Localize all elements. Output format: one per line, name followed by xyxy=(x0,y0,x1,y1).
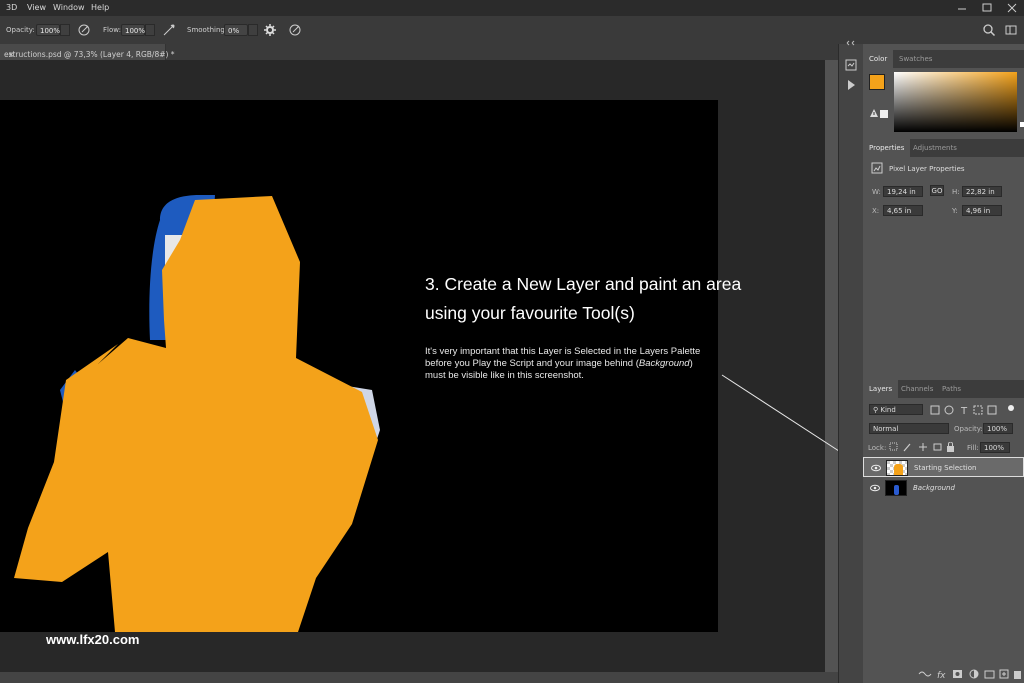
right-panels: Color Swatches Properties Adjustments Pi… xyxy=(863,44,1024,683)
link-dimensions-button[interactable]: GO xyxy=(930,185,944,196)
layer-opacity-label: Opacity: xyxy=(954,425,983,433)
visibility-eye-icon[interactable] xyxy=(871,464,881,472)
layer-thumbnail xyxy=(886,460,908,476)
color-field[interactable] xyxy=(894,72,1017,132)
layers-panel-tabs: Layers Channels Paths xyxy=(863,380,1024,398)
width-field[interactable]: 19,24 in xyxy=(883,186,923,197)
play-action-icon[interactable] xyxy=(844,78,858,92)
pixel-layer-icon xyxy=(871,162,883,174)
layer-name[interactable]: Background xyxy=(913,484,955,492)
layer-thumbnail xyxy=(885,480,907,496)
svg-text:fx: fx xyxy=(937,671,946,680)
status-bar xyxy=(0,672,845,683)
collapse-icon[interactable] xyxy=(846,40,856,46)
layer-opacity-input[interactable]: 100% xyxy=(983,423,1013,434)
x-label: X: xyxy=(872,207,880,215)
y-label: Y: xyxy=(952,207,958,215)
tab-layers[interactable]: Layers xyxy=(863,380,899,398)
color-picker-marker[interactable] xyxy=(1020,122,1024,127)
visibility-eye-icon[interactable] xyxy=(870,484,880,492)
properties-title: Pixel Layer Properties xyxy=(889,165,965,173)
tab-color[interactable]: Color xyxy=(863,50,894,68)
lock-icons[interactable] xyxy=(889,442,959,453)
collapsed-panel-strip xyxy=(838,40,863,683)
color-panel-tabs: Color Swatches xyxy=(863,50,1024,68)
layer-row-background[interactable]: Background xyxy=(863,478,1024,498)
blend-mode-select[interactable]: Normal xyxy=(869,423,949,434)
tab-properties[interactable]: Properties xyxy=(863,139,911,157)
properties-panel-tabs: Properties Adjustments xyxy=(863,139,1024,157)
warning-icon xyxy=(870,109,878,117)
history-icon[interactable] xyxy=(844,58,858,72)
tab-channels[interactable]: Channels xyxy=(895,380,939,398)
tab-adjustments[interactable]: Adjustments xyxy=(907,139,963,157)
layer-filter-icons[interactable]: T xyxy=(929,404,1019,416)
lock-label: Lock: xyxy=(868,444,887,452)
fill-label: Fill: xyxy=(967,444,979,452)
w-label: W: xyxy=(872,188,881,196)
h-label: H: xyxy=(952,188,960,196)
layers-footer-icons[interactable]: fx xyxy=(917,668,1024,680)
foreground-color-swatch[interactable] xyxy=(869,74,885,90)
kind-label: Kind xyxy=(880,406,896,414)
web-safe-swatch[interactable] xyxy=(880,110,888,118)
y-field[interactable]: 4,96 in xyxy=(962,205,1002,216)
layer-row-starting-selection[interactable]: Starting Selection xyxy=(863,457,1024,477)
tab-paths[interactable]: Paths xyxy=(936,380,967,398)
layer-filter-kind[interactable]: ⚲ Kind xyxy=(869,404,923,415)
svg-text:T: T xyxy=(960,406,968,416)
layer-name[interactable]: Starting Selection xyxy=(914,464,976,472)
x-field[interactable]: 4,65 in xyxy=(883,205,923,216)
tab-swatches[interactable]: Swatches xyxy=(893,50,938,68)
fill-input[interactable]: 100% xyxy=(980,442,1010,453)
height-field[interactable]: 22,82 in xyxy=(962,186,1002,197)
